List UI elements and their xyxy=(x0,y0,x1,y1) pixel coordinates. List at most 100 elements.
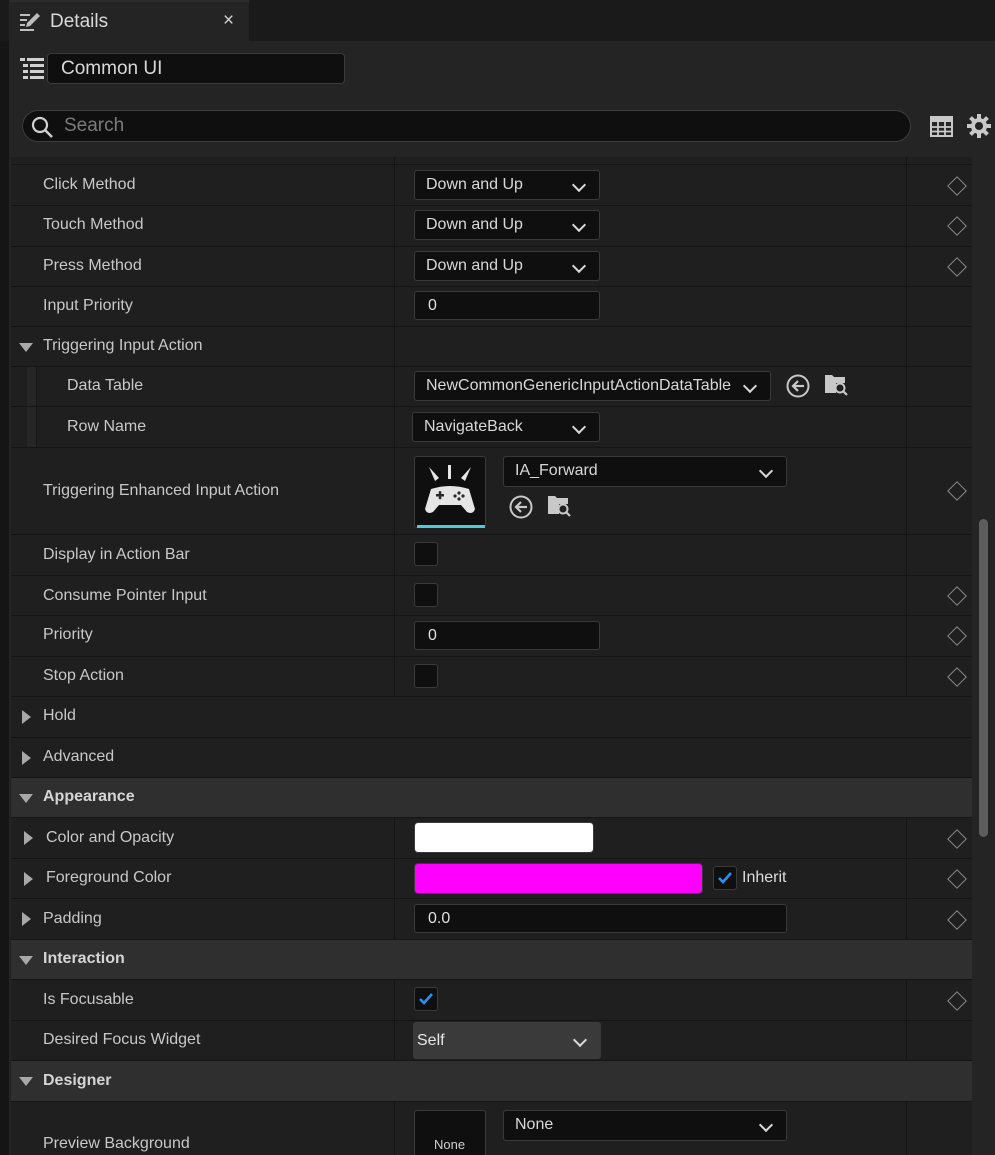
click-method-value: Down and Up xyxy=(426,176,523,193)
row-padding: Padding 0.0 xyxy=(11,899,972,940)
thumbnail-none-text: None xyxy=(434,1137,466,1152)
keyframe-diamond-icon[interactable] xyxy=(947,829,967,849)
consume-pointer-input-label: Consume Pointer Input xyxy=(43,587,207,604)
row-desired-focus-widget: Desired Focus Widget Self xyxy=(11,1021,972,1061)
priority-field[interactable]: 0 xyxy=(414,621,600,650)
keyframe-diamond-icon[interactable] xyxy=(947,910,967,930)
row-consume-pointer-input: Consume Pointer Input xyxy=(11,576,972,616)
color-and-opacity-label: Color and Opacity xyxy=(46,829,175,846)
keyframe-diamond-icon[interactable] xyxy=(947,626,967,646)
input-priority-field[interactable]: 0 xyxy=(414,291,600,320)
expand-arrow-icon[interactable] xyxy=(22,751,31,765)
gamepad-icon xyxy=(425,465,475,513)
data-table-dropdown[interactable]: NewCommonGenericInputActionDataTable xyxy=(414,371,771,401)
row-name-dropdown[interactable]: NavigateBack xyxy=(412,412,600,442)
keyframe-diamond-icon[interactable] xyxy=(947,257,967,277)
padding-label: Padding xyxy=(43,910,102,927)
row-triggering-input-action[interactable]: Triggering Input Action xyxy=(11,327,972,367)
scrollbar-thumb[interactable] xyxy=(979,519,988,837)
keyframe-diamond-icon[interactable] xyxy=(947,216,967,236)
consume-pointer-input-checkbox[interactable] xyxy=(414,583,438,607)
desired-focus-widget-dropdown[interactable]: Self xyxy=(413,1022,601,1059)
row-color-and-opacity: Color and Opacity xyxy=(11,818,972,859)
designer-label: Designer xyxy=(43,1072,112,1089)
inherit-checkbox[interactable] xyxy=(713,866,737,890)
stop-action-checkbox[interactable] xyxy=(414,664,438,688)
close-icon[interactable]: × xyxy=(223,10,234,32)
asset-thumbnail[interactable] xyxy=(414,456,486,528)
expand-arrow-icon[interactable] xyxy=(19,956,33,965)
display-in-action-bar-checkbox[interactable] xyxy=(414,542,438,566)
preview-background-thumbnail[interactable]: None xyxy=(414,1110,486,1155)
row-name-label: Row Name xyxy=(67,418,147,435)
touch-method-value: Down and Up xyxy=(426,216,523,233)
object-name-field[interactable]: Common UI xyxy=(47,53,345,84)
chevron-down-icon xyxy=(571,258,587,274)
keyframe-diamond-icon[interactable] xyxy=(947,176,967,196)
row-preview-background: Preview Background None None xyxy=(11,1102,972,1155)
expand-arrow-icon[interactable] xyxy=(24,872,33,886)
press-method-label: Press Method xyxy=(43,257,142,274)
category-interaction[interactable]: Interaction xyxy=(11,940,972,980)
expand-arrow-icon[interactable] xyxy=(19,343,33,352)
preview-background-dropdown[interactable]: None xyxy=(503,1110,787,1141)
interaction-label: Interaction xyxy=(43,950,125,967)
preview-background-label: Preview Background xyxy=(43,1135,190,1152)
expand-arrow-icon[interactable] xyxy=(22,912,31,926)
is-focusable-label: Is Focusable xyxy=(43,991,134,1008)
check-icon xyxy=(718,872,732,884)
preview-background-value: None xyxy=(515,1116,554,1133)
click-method-dropdown[interactable]: Down and Up xyxy=(414,170,600,200)
expand-arrow-icon[interactable] xyxy=(19,794,33,803)
pencil-icon xyxy=(20,13,40,31)
chevron-down-icon xyxy=(758,1117,774,1133)
search-input[interactable]: Search xyxy=(64,115,124,137)
expand-arrow-icon[interactable] xyxy=(24,831,33,845)
row-foreground-color: Foreground Color Inherit xyxy=(11,859,972,899)
use-selected-icon[interactable] xyxy=(508,494,534,520)
tab-details[interactable]: Details × xyxy=(9,0,249,41)
keyframe-diamond-icon[interactable] xyxy=(947,869,967,889)
tab-bar: Details × xyxy=(0,0,995,41)
priority-label: Priority xyxy=(43,626,93,643)
inherit-label: Inherit xyxy=(742,869,787,886)
row-hold[interactable]: Hold xyxy=(11,697,972,738)
color-and-opacity-swatch[interactable] xyxy=(414,822,594,853)
foreground-color-swatch[interactable] xyxy=(414,863,703,894)
hold-label: Hold xyxy=(43,707,76,724)
press-method-dropdown[interactable]: Down and Up xyxy=(414,251,600,281)
search-icon xyxy=(31,116,53,138)
keyframe-diamond-icon[interactable] xyxy=(947,586,967,606)
browse-icon[interactable] xyxy=(546,492,572,518)
enhanced-input-action-value: IA_Forward xyxy=(515,462,598,479)
foreground-color-label: Foreground Color xyxy=(46,869,172,886)
enhanced-input-action-dropdown[interactable]: IA_Forward xyxy=(503,456,787,487)
keyframe-diamond-icon[interactable] xyxy=(947,991,967,1011)
keyframe-diamond-icon[interactable] xyxy=(947,667,967,687)
browse-icon[interactable] xyxy=(823,371,849,397)
expand-arrow-icon[interactable] xyxy=(19,1077,33,1086)
chevron-down-icon xyxy=(571,217,587,233)
chevron-down-icon xyxy=(758,463,774,479)
property-matrix-icon[interactable] xyxy=(930,115,953,138)
is-focusable-checkbox[interactable] xyxy=(414,987,438,1011)
keyframe-diamond-icon[interactable] xyxy=(947,481,967,501)
padding-field[interactable]: 0.0 xyxy=(414,904,787,933)
indent-guide xyxy=(27,407,37,447)
category-designer[interactable]: Designer xyxy=(11,1061,972,1102)
use-selected-icon[interactable] xyxy=(785,373,811,399)
row-priority: Priority 0 xyxy=(11,616,972,657)
row-row-name: Row Name NavigateBack xyxy=(11,407,972,448)
search-bar[interactable]: Search xyxy=(22,110,911,142)
row-click-method: Click Method Down and Up xyxy=(11,165,972,206)
touch-method-dropdown[interactable]: Down and Up xyxy=(414,210,600,240)
data-table-label: Data Table xyxy=(67,377,144,394)
gear-icon[interactable] xyxy=(966,113,992,139)
row-enhanced-input-action: Triggering Enhanced Input Action IA_Forw… xyxy=(11,448,972,535)
category-appearance[interactable]: Appearance xyxy=(11,778,972,818)
expand-arrow-icon[interactable] xyxy=(22,710,31,724)
row-advanced[interactable]: Advanced xyxy=(11,738,972,778)
row-touch-method: Touch Method Down and Up xyxy=(11,206,972,247)
desired-focus-widget-value: Self xyxy=(417,1032,445,1049)
outliner-icon xyxy=(20,58,44,79)
